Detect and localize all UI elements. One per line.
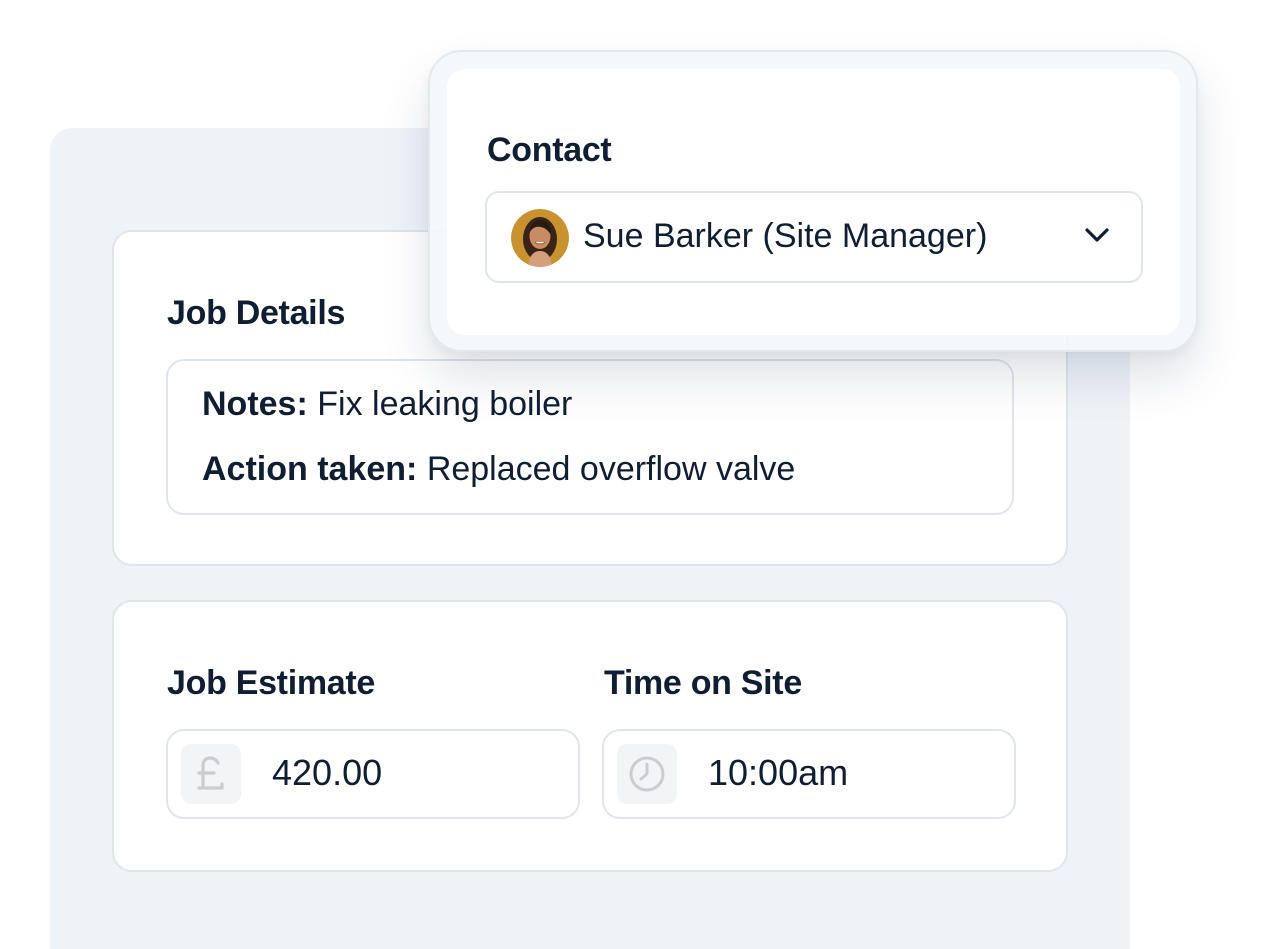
action-taken-label: Action taken: bbox=[202, 450, 418, 488]
clock-icon bbox=[617, 744, 677, 804]
notes-label: Notes: bbox=[202, 385, 308, 423]
contact-select[interactable]: Sue Barker (Site Manager) bbox=[485, 191, 1143, 283]
time-on-site-title: Time on Site bbox=[604, 664, 802, 702]
job-form-stage: Job Details Notes: Fix leaking boiler Ac… bbox=[0, 0, 1273, 949]
notes-line: Notes: Fix leaking boiler bbox=[202, 385, 572, 424]
job-details-title: Job Details bbox=[167, 294, 346, 332]
action-taken-value: Replaced overflow valve bbox=[426, 450, 796, 488]
job-notes-box[interactable]: Notes: Fix leaking boiler Action taken: … bbox=[166, 359, 1014, 515]
action-taken-line: Action taken: Replaced overflow valve bbox=[202, 450, 795, 489]
estimate-time-card: Job Estimate Time on Site 420.00 10:00am bbox=[112, 600, 1068, 872]
job-estimate-title: Job Estimate bbox=[167, 664, 376, 702]
notes-value: Fix leaking boiler bbox=[317, 385, 573, 423]
time-on-site-field[interactable]: 10:00am bbox=[602, 729, 1016, 819]
contact-selected-value: Sue Barker (Site Manager) bbox=[583, 217, 988, 255]
time-on-site-value: 10:00am bbox=[708, 752, 849, 793]
contact-label: Contact bbox=[487, 131, 612, 169]
avatar-image bbox=[511, 209, 569, 267]
contact-popover: Contact Sue Barker (Site Manager) bbox=[428, 50, 1198, 352]
clock-icon-glyph bbox=[629, 756, 665, 792]
pound-sign-icon bbox=[181, 744, 241, 804]
pound-sign-icon-glyph bbox=[197, 756, 224, 790]
contact-avatar bbox=[511, 209, 569, 267]
contact-popover-body: Contact Sue Barker (Site Manager) bbox=[447, 69, 1180, 335]
chevron-down-icon[interactable] bbox=[1083, 221, 1111, 249]
job-estimate-value: 420.00 bbox=[272, 752, 383, 793]
job-estimate-field[interactable]: 420.00 bbox=[166, 729, 580, 819]
